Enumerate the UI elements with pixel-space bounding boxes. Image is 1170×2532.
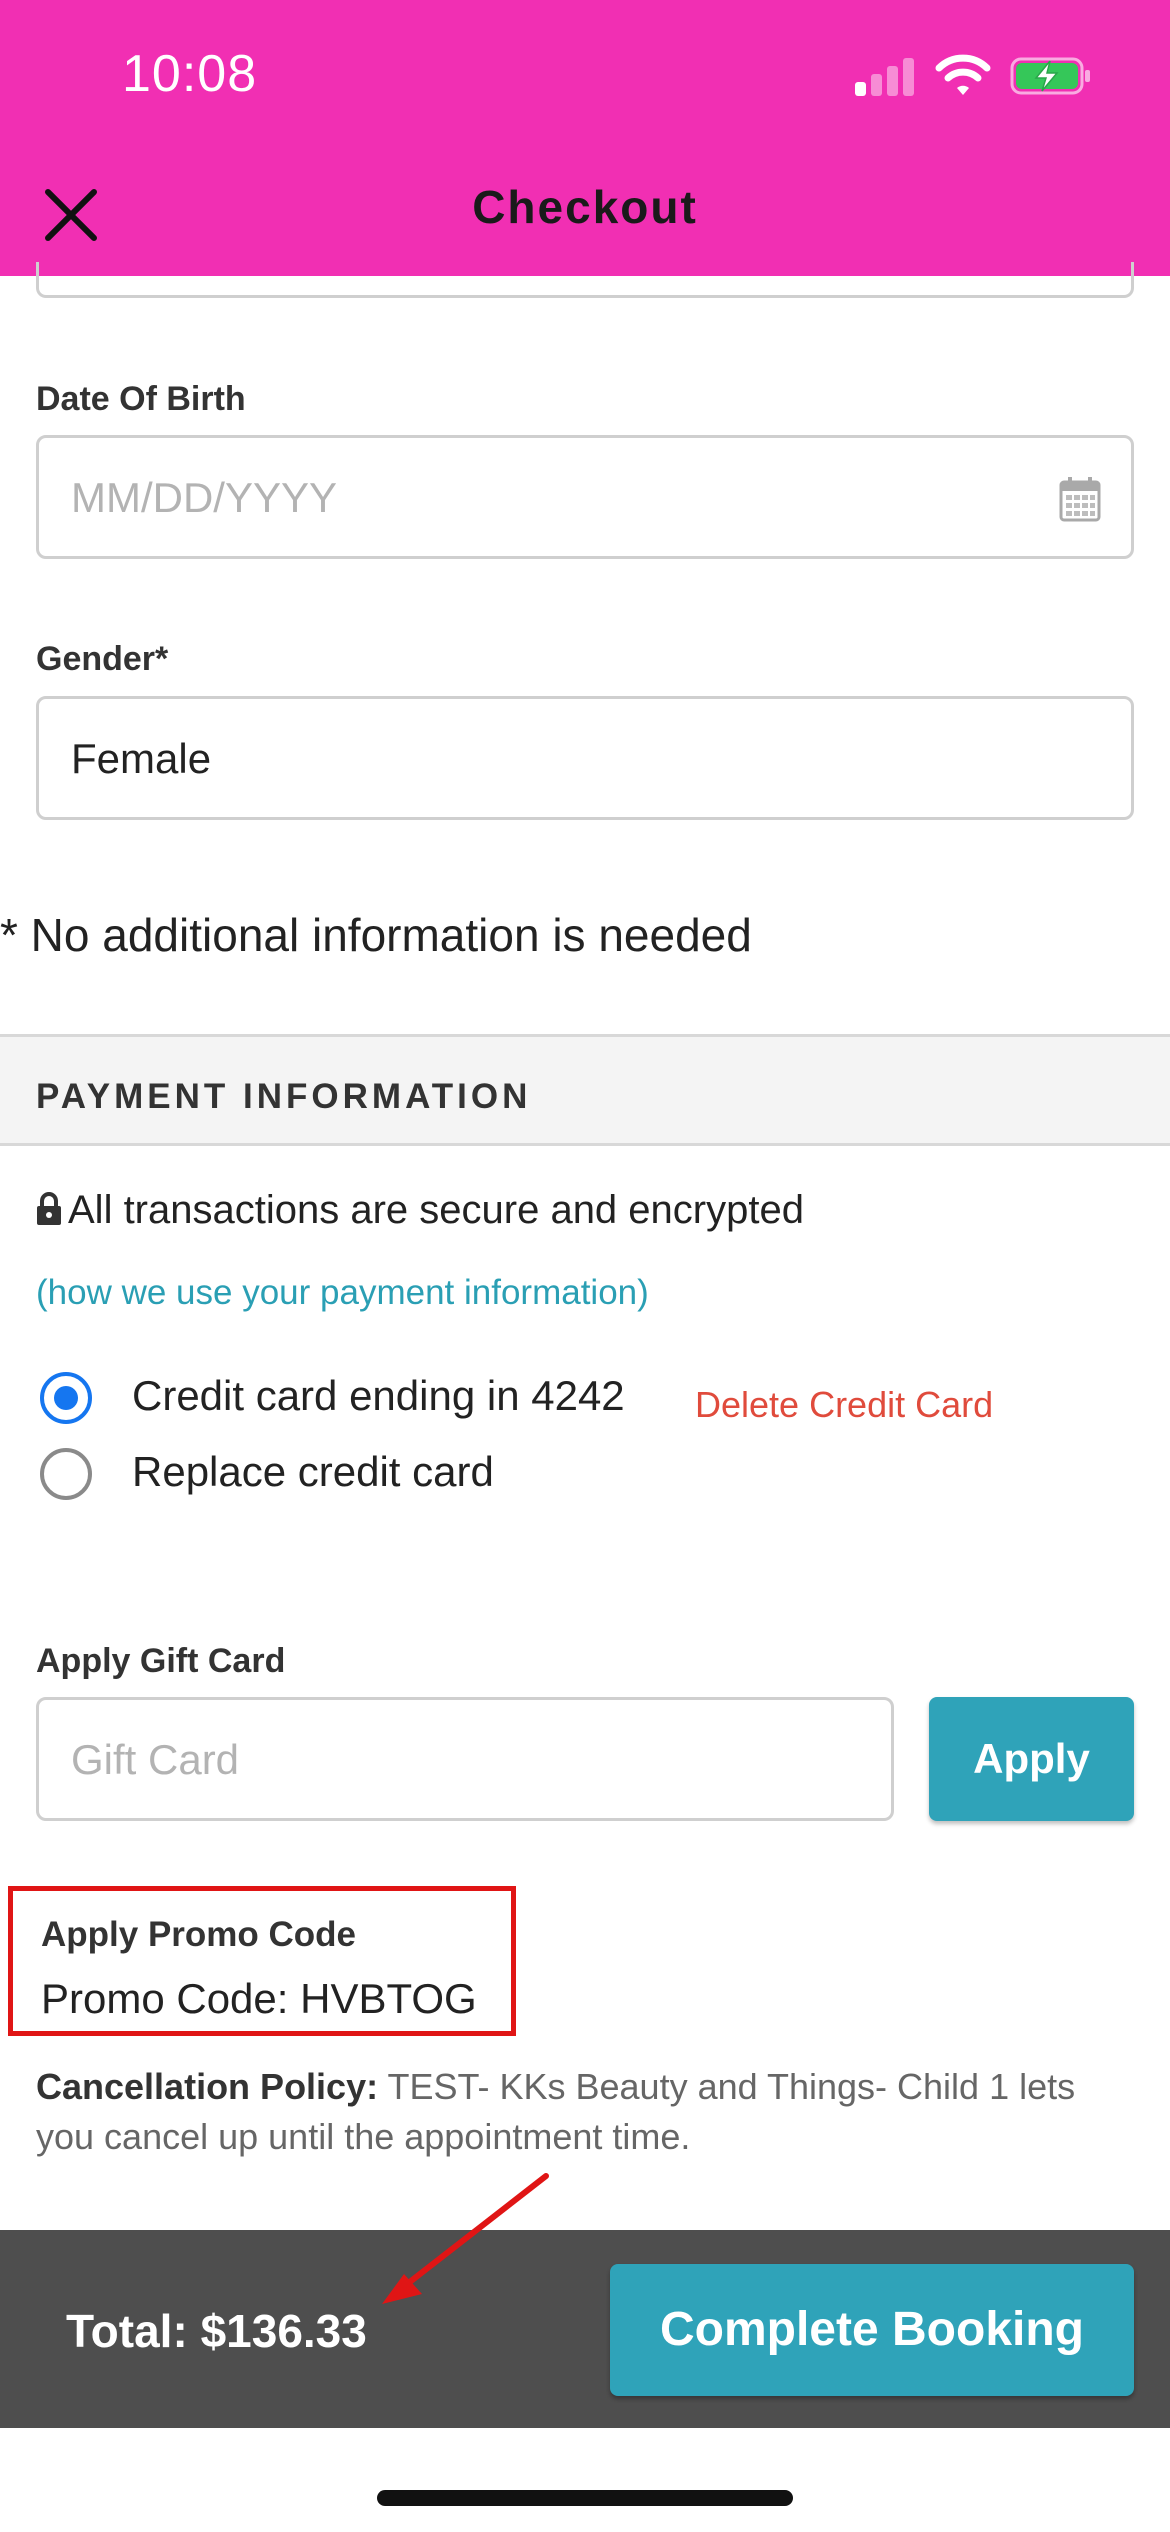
- order-total: Total: $136.33: [66, 2305, 367, 2357]
- radio-saved-card[interactable]: [40, 1372, 92, 1424]
- promo-code-value[interactable]: Promo Code: HVBTOG: [41, 1975, 477, 2023]
- header: Checkout: [0, 150, 1170, 276]
- payment-info-link[interactable]: (how we use your payment information): [36, 1273, 649, 1313]
- battery-charging-icon: [1010, 57, 1090, 95]
- promo-label: Apply Promo Code: [41, 1915, 357, 1954]
- payment-section-title: PAYMENT INFORMATION: [36, 1077, 532, 1116]
- calendar-icon[interactable]: [1059, 476, 1101, 522]
- delete-credit-card-link[interactable]: Delete Credit Card: [695, 1384, 993, 1426]
- previous-field-bottom: [36, 262, 1134, 298]
- promo-annotation-box: Apply Promo Code Promo Code: HVBTOG: [8, 1886, 516, 2036]
- gift-card-placeholder: Gift Card: [71, 1736, 240, 1783]
- apply-gift-card-button[interactable]: Apply: [929, 1697, 1134, 1821]
- cancellation-policy: Cancellation Policy: TEST- KKs Beauty an…: [36, 2062, 1136, 2162]
- home-indicator: [377, 2490, 793, 2506]
- page-title: Checkout: [472, 181, 698, 233]
- lock-icon: [37, 1192, 61, 1225]
- dob-label: Date Of Birth: [36, 380, 246, 418]
- info-note: * No additional information is needed: [0, 909, 752, 961]
- secure-notice: All transactions are secure and encrypte…: [36, 1188, 804, 1233]
- cellular-signal-icon: [855, 56, 915, 96]
- complete-booking-button[interactable]: Complete Booking: [610, 2264, 1134, 2396]
- dob-input[interactable]: MM/DD/YYYY: [36, 435, 1134, 559]
- status-bar: 10:08: [0, 0, 1170, 150]
- status-time: 10:08: [122, 45, 258, 103]
- secure-text: All transactions are secure and encrypte…: [68, 1188, 804, 1232]
- close-icon[interactable]: [38, 182, 104, 248]
- gender-value: Female: [71, 735, 212, 782]
- saved-card-label: Credit card ending in 4242: [132, 1372, 625, 1419]
- checkout-footer: Total: $136.33 Complete Booking: [0, 2230, 1170, 2428]
- gender-label: Gender*: [36, 640, 169, 678]
- policy-title: Cancellation Policy:: [36, 2066, 379, 2107]
- replace-card-label: Replace credit card: [132, 1448, 494, 1495]
- gender-select[interactable]: Female: [36, 696, 1134, 820]
- payment-section-header: PAYMENT INFORMATION: [0, 1034, 1170, 1146]
- wifi-icon: [935, 54, 991, 95]
- gift-card-label: Apply Gift Card: [36, 1642, 286, 1680]
- annotation-arrow-icon: [382, 2173, 549, 2304]
- gift-card-input[interactable]: Gift Card: [36, 1697, 894, 1821]
- dob-placeholder: MM/DD/YYYY: [71, 474, 338, 521]
- radio-replace-card[interactable]: [40, 1448, 92, 1500]
